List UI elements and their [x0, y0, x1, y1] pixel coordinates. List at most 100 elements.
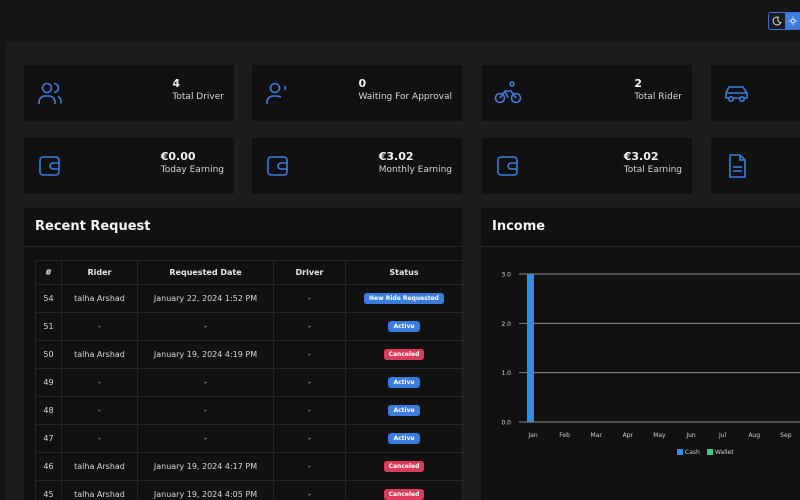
income-panel: Income 0.0 1.0 2.0 3.0 Jan Feb Mar Apr May Jun Jul…	[481, 208, 800, 500]
recent-request-title: Recent Request	[35, 219, 151, 234]
cell-rider: talha Arshad	[61, 480, 138, 500]
cell-requested-date: -	[137, 368, 274, 397]
table-row[interactable]: 47- - - Active	[35, 424, 463, 453]
table-row[interactable]: 51- - - Active	[35, 312, 463, 341]
stat-card-total-earning[interactable]: €3.02 Total Earning	[482, 138, 692, 194]
wallet-icon	[267, 156, 288, 176]
cell-requested-date: January 19, 2024 4:05 PM	[137, 480, 274, 500]
y-tick-label: 3.0	[501, 272, 511, 279]
cell-requested-date: January 22, 2024 1:52 PM	[137, 284, 274, 313]
cell-driver: -	[273, 312, 346, 341]
stat-label: Waiting For Approval	[358, 92, 452, 102]
table-row[interactable]: 45 talha Arshad January 19, 2024 4:05 PM - C…	[35, 480, 463, 500]
legend-label: Wallet	[715, 449, 734, 456]
cell-status: Active	[345, 368, 463, 397]
cell-rider: -	[61, 368, 138, 397]
sun-icon[interactable]	[785, 13, 800, 29]
status-badge[interactable]: Canceled	[383, 461, 425, 472]
stat-label: Total Earning	[623, 165, 682, 175]
x-tick-label: Jul	[718, 432, 727, 439]
cell-id: 49	[35, 368, 62, 397]
cell-requested-date: -	[137, 424, 274, 453]
stat-card-vehicles[interactable]	[711, 65, 800, 121]
moon-icon[interactable]	[769, 13, 785, 29]
column-header-status[interactable]: Status	[345, 260, 463, 285]
stat-label: Total Rider	[634, 92, 682, 102]
table-row[interactable]: 54 talha Arshad January 22, 2024 1:52 PM - N…	[35, 284, 463, 313]
status-badge[interactable]: Active	[388, 377, 420, 388]
cell-driver: -	[273, 452, 346, 481]
cell-driver: -	[273, 368, 346, 397]
x-tick-label: Apr	[623, 432, 634, 439]
cell-rider: -	[61, 396, 138, 425]
stat-value: €3.02	[378, 150, 414, 163]
cell-id: 54	[35, 284, 62, 313]
top-bar	[0, 0, 800, 42]
cell-id: 47	[35, 424, 62, 453]
income-chart: 0.0 1.0 2.0 3.0 Jan Feb Mar Apr May Jun Jul Aug Sep C…	[501, 272, 800, 456]
cell-requested-date: January 19, 2024 4:17 PM	[137, 452, 274, 481]
column-header-driver[interactable]: Driver	[273, 260, 346, 285]
cell-id: 46	[35, 452, 62, 481]
cell-requested-date: -	[137, 396, 274, 425]
car-icon	[725, 86, 748, 102]
table-row[interactable]: 48- - - Active	[35, 396, 463, 425]
status-badge[interactable]: Canceled	[383, 489, 425, 500]
cell-status: Canceled	[345, 340, 463, 369]
cell-driver: -	[273, 396, 346, 425]
stat-label: Total Driver	[172, 92, 224, 102]
column-header-requested-date[interactable]: Requested Date	[137, 260, 274, 285]
user-clock-icon	[266, 82, 286, 104]
cell-status: Canceled	[345, 480, 463, 500]
cell-id: 48	[35, 396, 62, 425]
cell-id: 45	[35, 480, 62, 500]
status-badge[interactable]: New Ride Requested	[364, 293, 444, 304]
stat-card-documents[interactable]	[711, 138, 800, 194]
cell-driver: -	[273, 284, 346, 313]
x-tick-label: May	[653, 432, 666, 439]
wallet-icon	[497, 156, 518, 176]
column-header-rider[interactable]: Rider	[61, 260, 138, 285]
status-badge[interactable]: Active	[388, 433, 420, 444]
stat-value: 2	[634, 77, 643, 90]
stat-value: €0.00	[160, 150, 196, 163]
x-tick-label: Feb	[559, 432, 570, 439]
cell-rider: -	[61, 424, 138, 453]
legend-swatch	[677, 449, 683, 455]
stat-card-waiting-approval[interactable]: 0 Waiting For Approval	[252, 65, 462, 121]
table-row[interactable]: 46 talha Arshad January 19, 2024 4:17 PM - C…	[35, 452, 463, 481]
stat-value: 4	[172, 77, 181, 90]
bar-cash	[527, 274, 534, 422]
cell-rider: -	[61, 312, 138, 341]
column-header-id[interactable]: #	[35, 260, 62, 285]
cell-rider: talha Arshad	[61, 340, 138, 369]
cell-requested-date: January 19, 2024 4:19 PM	[137, 340, 274, 369]
cell-status: Active	[345, 424, 463, 453]
cell-id: 50	[35, 340, 62, 369]
x-tick-label: Sep	[780, 432, 792, 439]
y-tick-label: 1.0	[501, 370, 511, 377]
stat-card-monthly-earning[interactable]: €3.02 Monthly Earning	[252, 138, 462, 194]
bike-icon	[494, 81, 522, 104]
recent-request-panel: Recent Request # Rider Requested Date Dr…	[24, 208, 463, 500]
cell-rider: talha Arshad	[61, 284, 138, 313]
cell-rider: talha Arshad	[61, 452, 138, 481]
stat-card-total-driver[interactable]: 4 Total Driver	[24, 65, 234, 121]
stat-label: Monthly Earning	[378, 165, 452, 175]
status-badge[interactable]: Active	[388, 321, 420, 332]
stat-card-total-rider[interactable]: 2 Total Rider	[482, 65, 692, 121]
table-row[interactable]: 50 talha Arshad January 19, 2024 4:19 PM - C…	[35, 340, 463, 369]
x-tick-label: Mar	[591, 432, 603, 439]
table-row[interactable]: 49- - - Active	[35, 368, 463, 397]
cell-status: New Ride Requested	[345, 284, 463, 313]
status-badge[interactable]: Active	[388, 405, 420, 416]
x-tick-label: Jun	[685, 432, 696, 439]
cell-driver: -	[273, 424, 346, 453]
stat-label: Today Earning	[160, 165, 224, 175]
cell-id: 51	[35, 312, 62, 341]
y-tick-label: 2.0	[501, 321, 511, 328]
divider	[24, 246, 462, 247]
theme-toggle[interactable]	[768, 12, 800, 30]
stat-card-today-earning[interactable]: €0.00 Today Earning	[24, 138, 234, 194]
status-badge[interactable]: Canceled	[383, 349, 425, 360]
